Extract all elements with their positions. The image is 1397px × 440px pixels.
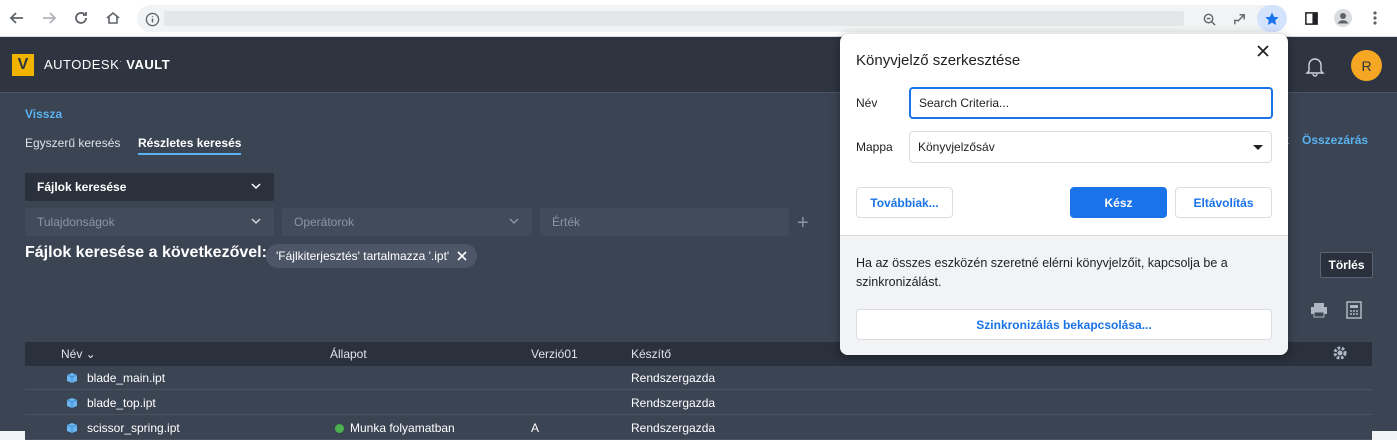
status-dot-icon (335, 424, 344, 434)
more-menu-icon[interactable] (1363, 7, 1387, 29)
done-button[interactable]: Kész (1070, 187, 1167, 218)
brand-name: VAULT (126, 57, 171, 72)
site-info-icon[interactable] (142, 9, 162, 29)
print-icon[interactable] (1310, 301, 1328, 319)
tab-simple-search[interactable]: Egyszerű keresés (25, 136, 120, 150)
add-criterion-icon[interactable]: + (797, 212, 809, 235)
row-status-wrapper: Munka folyamatban (335, 421, 455, 435)
row-author: Rendszergazda (631, 421, 716, 435)
row-version: A (531, 421, 540, 435)
filter-chip: 'Fájlkiterjesztés' tartalmazza '.ipt' (266, 244, 478, 268)
folder-select-value: Könyvjelzősáv (918, 140, 995, 154)
search-heading: Fájlok keresése a következővel: (25, 244, 267, 261)
avatar[interactable]: R (1351, 50, 1382, 81)
file-search-dropdown-label: Fájlok keresése (37, 180, 127, 194)
bookmark-star-icon[interactable] (1257, 5, 1287, 32)
column-status-header[interactable]: Állapot (330, 347, 367, 361)
address-bar[interactable] (137, 5, 1287, 32)
bookmark-name-input[interactable]: Search Criteria... (909, 87, 1273, 119)
chevron-down-icon (509, 218, 519, 225)
brand-title: AUTODESK· VAULT (44, 57, 171, 72)
dialog-title: Könyvjelző szerkesztése (856, 52, 1021, 69)
row-name[interactable]: blade_top.ipt (87, 396, 156, 410)
browser-toolbar (0, 0, 1397, 37)
table-row[interactable]: blade_top.ipt Rendszergazda (25, 391, 1372, 415)
remove-filter-icon[interactable] (457, 251, 467, 261)
value-input-placeholder: Érték (552, 215, 581, 229)
clear-button[interactable]: Törlés (1320, 252, 1373, 278)
table-row[interactable]: scissor_spring.ipt Munka folyamatban A R… (25, 416, 1372, 440)
row-status: Munka folyamatban (350, 421, 455, 435)
column-author-header[interactable]: Készítő (631, 347, 671, 361)
row-author: Rendszergazda (631, 396, 716, 410)
more-button[interactable]: Továbbiak... (856, 187, 953, 218)
brand-prefix: AUTODESK (44, 57, 120, 72)
chevron-down-icon (251, 183, 261, 190)
part-file-icon (66, 373, 78, 383)
filter-chip-label: 'Fájlkiterjesztés' tartalmazza '.ipt' (276, 249, 450, 263)
profile-icon[interactable] (1331, 7, 1355, 29)
properties-dropdown[interactable]: Tulajdonságok (25, 208, 274, 236)
column-version-header[interactable]: Verzió01 (531, 347, 578, 361)
edit-bookmark-dialog: Könyvjelző szerkesztése Név Search Crite… (840, 34, 1288, 355)
row-name[interactable]: scissor_spring.ipt (87, 421, 180, 435)
forward-arrow-icon[interactable] (37, 7, 61, 29)
share-icon[interactable] (1229, 9, 1249, 29)
file-search-dropdown[interactable]: Fájlok keresése (25, 173, 274, 201)
folder-select[interactable]: Könyvjelzősáv (909, 131, 1272, 163)
row-name[interactable]: blade_main.ipt (87, 371, 165, 385)
calculator-icon[interactable] (1346, 301, 1364, 319)
url-text-redacted (164, 11, 1184, 26)
sync-promo: Ha az összes eszközén szeretné elérni kö… (840, 235, 1288, 355)
back-link[interactable]: Vissza (25, 107, 62, 121)
operators-dropdown-label: Operátorok (294, 215, 355, 229)
zoom-icon[interactable] (1199, 9, 1219, 29)
table-row[interactable]: blade_main.ipt Rendszergazda (25, 366, 1372, 390)
properties-dropdown-label: Tulajdonságok (37, 215, 115, 229)
gear-icon[interactable] (1332, 345, 1348, 361)
part-file-icon (66, 398, 78, 408)
turn-on-sync-button[interactable]: Szinkronizálás bekapcsolása... (856, 309, 1272, 340)
name-label: Név (856, 96, 878, 110)
value-input[interactable]: Érték (540, 208, 789, 236)
close-icon[interactable] (1252, 40, 1274, 62)
tab-advanced-search[interactable]: Részletes keresés (138, 136, 242, 155)
row-author: Rendszergazda (631, 371, 716, 385)
collapse-link[interactable]: Összezárás (1302, 133, 1368, 147)
home-icon[interactable] (101, 7, 125, 29)
part-file-icon (66, 423, 78, 433)
side-panel-icon[interactable] (1299, 7, 1323, 29)
reload-icon[interactable] (69, 7, 93, 29)
back-arrow-icon[interactable] (5, 7, 29, 29)
operators-dropdown[interactable]: Operátorok (282, 208, 532, 236)
chevron-down-icon (251, 218, 261, 225)
folder-label: Mappa (856, 140, 893, 154)
column-name-label: Név (61, 347, 83, 361)
sync-text: Ha az összes eszközén szeretné elérni kö… (856, 256, 1228, 289)
dropdown-caret-icon (1253, 145, 1263, 150)
vault-logo-icon: V (12, 54, 34, 76)
remove-button[interactable]: Eltávolítás (1175, 187, 1272, 218)
bell-icon[interactable] (1304, 55, 1326, 77)
column-name-header[interactable]: Név ⌄ (61, 347, 96, 361)
